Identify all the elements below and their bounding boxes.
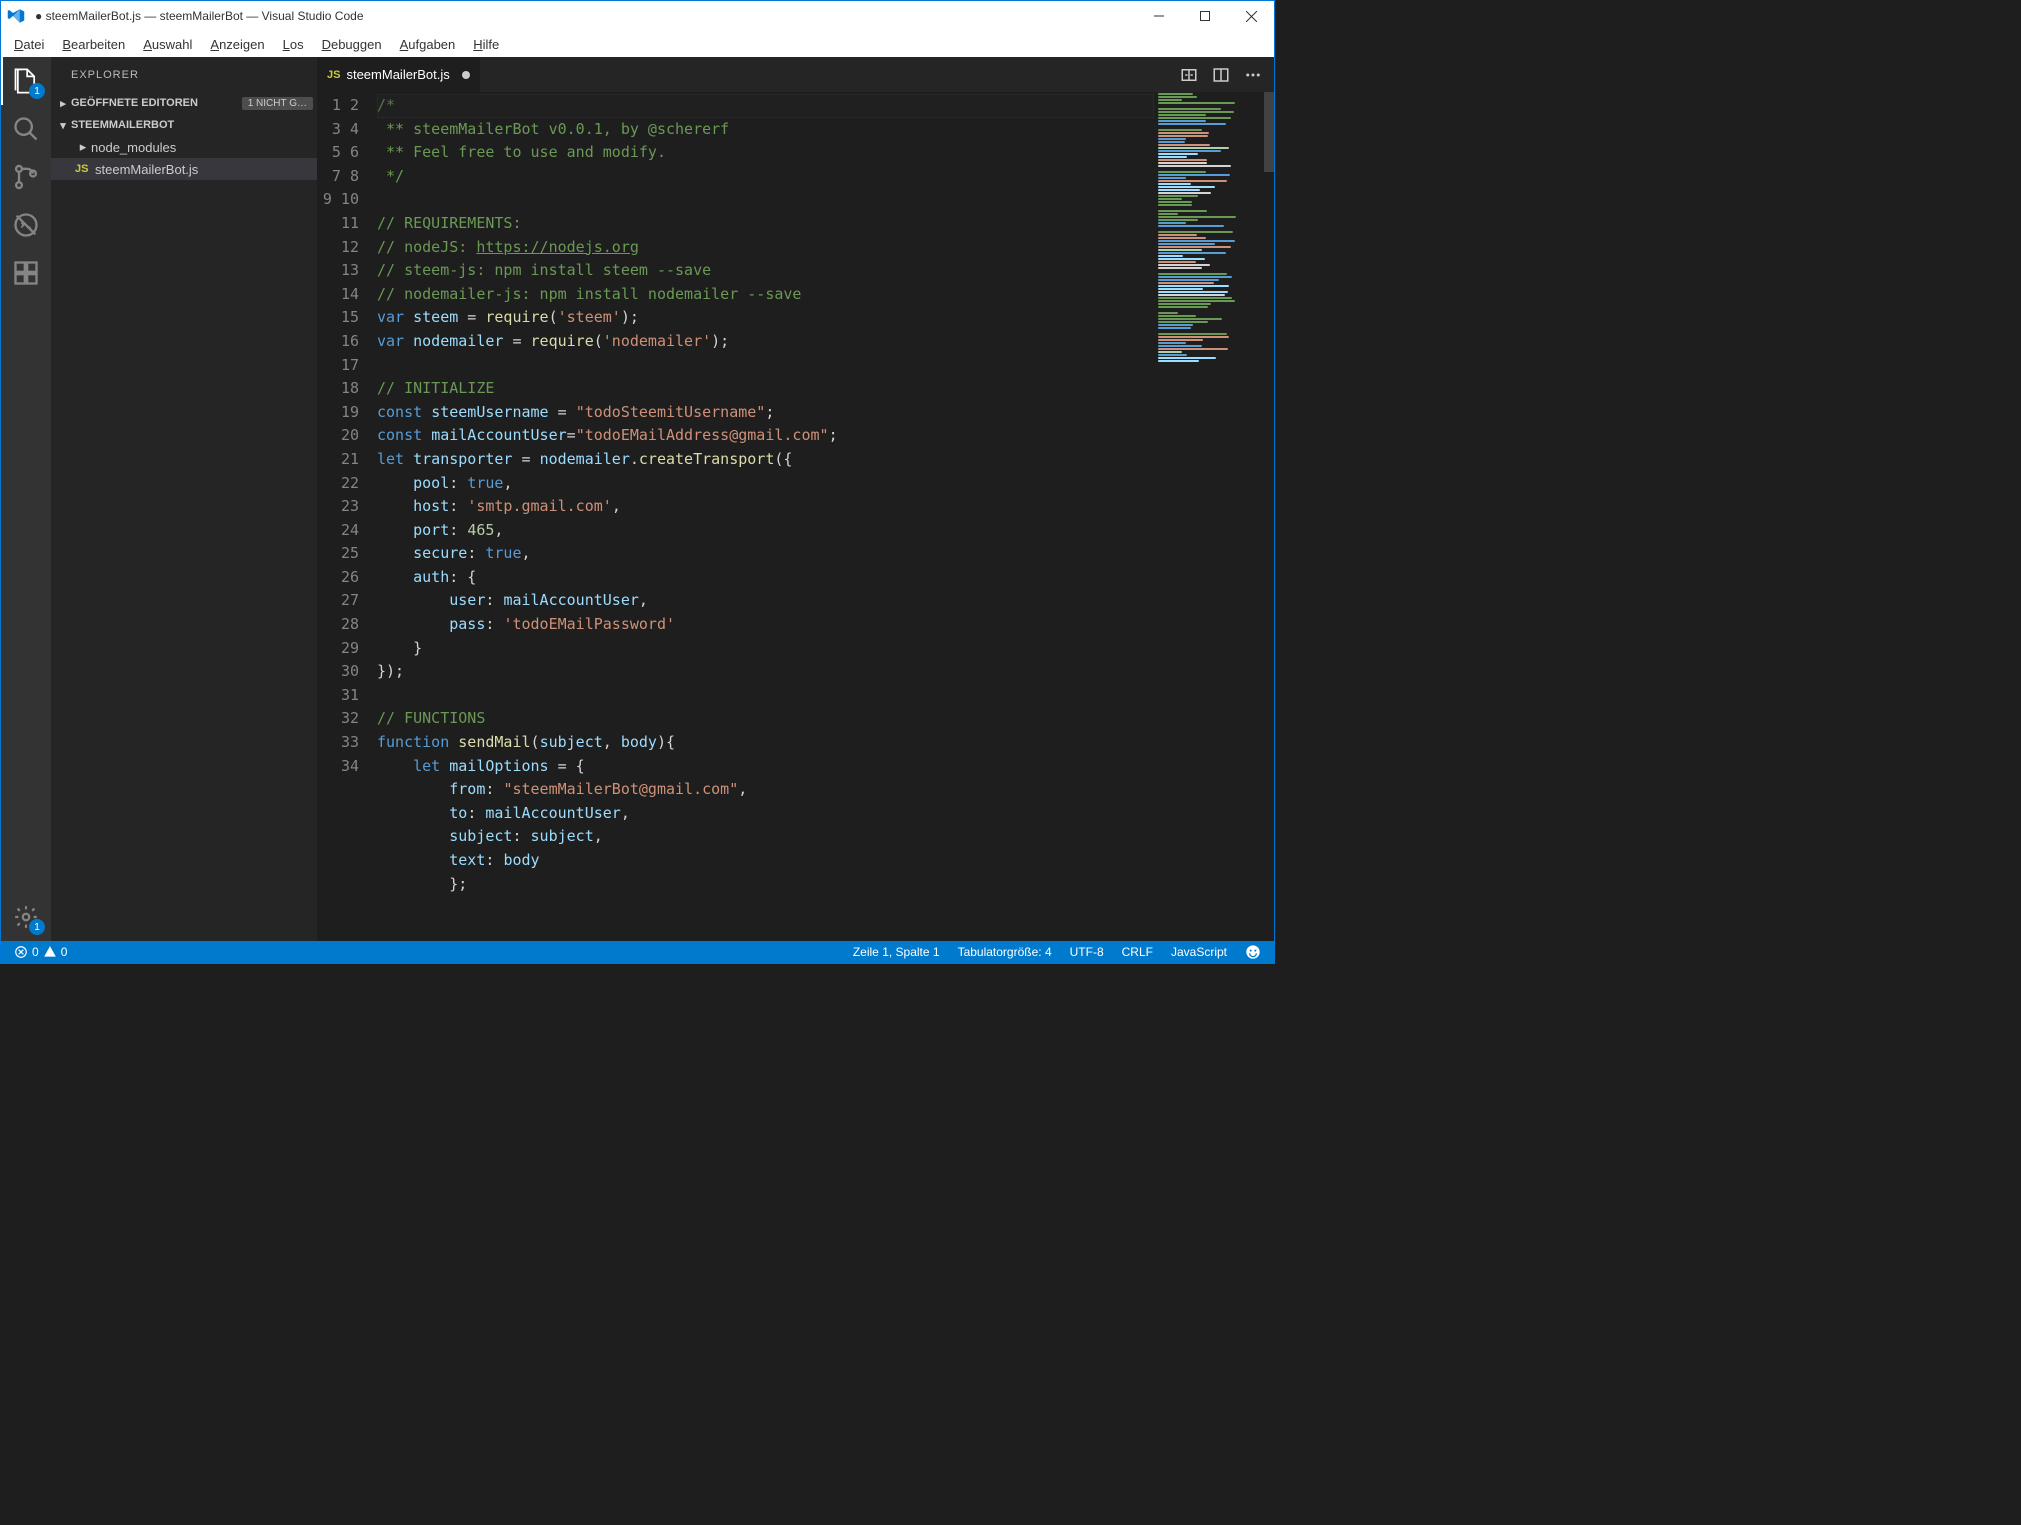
source-control-icon[interactable]	[1, 153, 51, 201]
window-title: ● steemMailerBot.js — steemMailerBot — V…	[31, 9, 1136, 23]
sidebar-title: EXPLORER	[51, 57, 317, 92]
tab-steemmailerbot-js[interactable]: JS steemMailerBot.js	[317, 57, 480, 92]
explorer-sidebar: EXPLORER ▸ GEÖFFNETE EDITOREN 1 NICHT G……	[51, 57, 317, 941]
scrollbar-thumb[interactable]	[1264, 92, 1274, 172]
status-errors[interactable]: 0 0	[9, 945, 72, 959]
activity-bar: 1 1	[1, 57, 51, 941]
status-line-col[interactable]: Zeile 1, Spalte 1	[848, 945, 945, 959]
menu-los[interactable]: Los	[274, 34, 313, 55]
menu-debuggen[interactable]: Debuggen	[313, 34, 391, 55]
tab-bar: JS steemMailerBot.js	[317, 57, 1274, 92]
status-language[interactable]: JavaScript	[1166, 945, 1232, 959]
status-eol[interactable]: CRLF	[1117, 945, 1158, 959]
vscode-logo-icon	[1, 7, 31, 25]
chevron-right-icon: ▸	[55, 97, 71, 110]
section-project[interactable]: ▾ STEEMMAILERBOT	[51, 114, 317, 136]
js-file-icon: JS	[327, 69, 340, 81]
maximize-button[interactable]	[1182, 1, 1228, 31]
file-steemmailerbot-js[interactable]: JS steemMailerBot.js	[51, 158, 317, 180]
menu-anzeigen[interactable]: Anzeigen	[201, 34, 273, 55]
menu-hilfe[interactable]: Hilfe	[464, 34, 508, 55]
menu-aufgaben[interactable]: Aufgaben	[391, 34, 465, 55]
settings-badge: 1	[29, 919, 45, 935]
tab-label: steemMailerBot.js	[346, 67, 449, 82]
debug-icon[interactable]	[1, 201, 51, 249]
close-button[interactable]	[1228, 1, 1274, 31]
more-actions-icon[interactable]	[1244, 66, 1262, 84]
vertical-scrollbar[interactable]	[1264, 92, 1274, 941]
menu-datei[interactable]: Datei	[5, 34, 53, 55]
extensions-icon[interactable]	[1, 249, 51, 297]
status-bar: 0 0 Zeile 1, Spalte 1 Tabulatorgröße: 4 …	[1, 941, 1274, 963]
folder-node-modules[interactable]: ▸ node_modules	[51, 136, 317, 158]
settings-gear-icon[interactable]: 1	[1, 893, 51, 941]
section-label: GEÖFFNETE EDITOREN	[71, 97, 198, 109]
folder-label: node_modules	[91, 140, 176, 155]
menubar: Datei Bearbeiten Auswahl Anzeigen Los De…	[1, 31, 1274, 57]
js-file-icon: JS	[75, 163, 95, 175]
window-controls	[1136, 1, 1274, 31]
explorer-badge: 1	[29, 83, 45, 99]
status-encoding[interactable]: UTF-8	[1065, 945, 1109, 959]
chevron-down-icon: ▾	[55, 119, 71, 132]
file-label: steemMailerBot.js	[95, 162, 198, 177]
feedback-smiley-icon[interactable]	[1240, 944, 1266, 960]
section-label: STEEMMAILERBOT	[71, 119, 174, 131]
minimap[interactable]	[1154, 92, 1264, 941]
unsaved-tag: 1 NICHT G…	[242, 97, 313, 110]
editor-content[interactable]: 1 2 3 4 5 6 7 8 9 10 11 12 13 14 15 16 1…	[317, 92, 1274, 941]
window-titlebar: ● steemMailerBot.js — steemMailerBot — V…	[1, 1, 1274, 31]
menu-auswahl[interactable]: Auswahl	[134, 34, 201, 55]
search-icon[interactable]	[1, 105, 51, 153]
minimize-button[interactable]	[1136, 1, 1182, 31]
line-numbers: 1 2 3 4 5 6 7 8 9 10 11 12 13 14 15 16 1…	[317, 92, 377, 941]
section-open-editors[interactable]: ▸ GEÖFFNETE EDITOREN 1 NICHT G…	[51, 92, 317, 114]
chevron-right-icon: ▸	[75, 139, 91, 155]
menu-bearbeiten[interactable]: Bearbeiten	[53, 34, 134, 55]
split-editor-icon[interactable]	[1212, 66, 1230, 84]
editor-group: JS steemMailerBot.js 1 2 3 4 5 6 7 8 9 1…	[317, 57, 1274, 941]
editor-actions	[1168, 57, 1274, 92]
explorer-icon[interactable]: 1	[1, 57, 51, 105]
status-tabsize[interactable]: Tabulatorgröße: 4	[953, 945, 1057, 959]
code-lines[interactable]: /* ** steemMailerBot v0.0.1, by @scherer…	[377, 92, 1274, 941]
dirty-indicator-icon	[462, 71, 470, 79]
compare-changes-icon[interactable]	[1180, 66, 1198, 84]
